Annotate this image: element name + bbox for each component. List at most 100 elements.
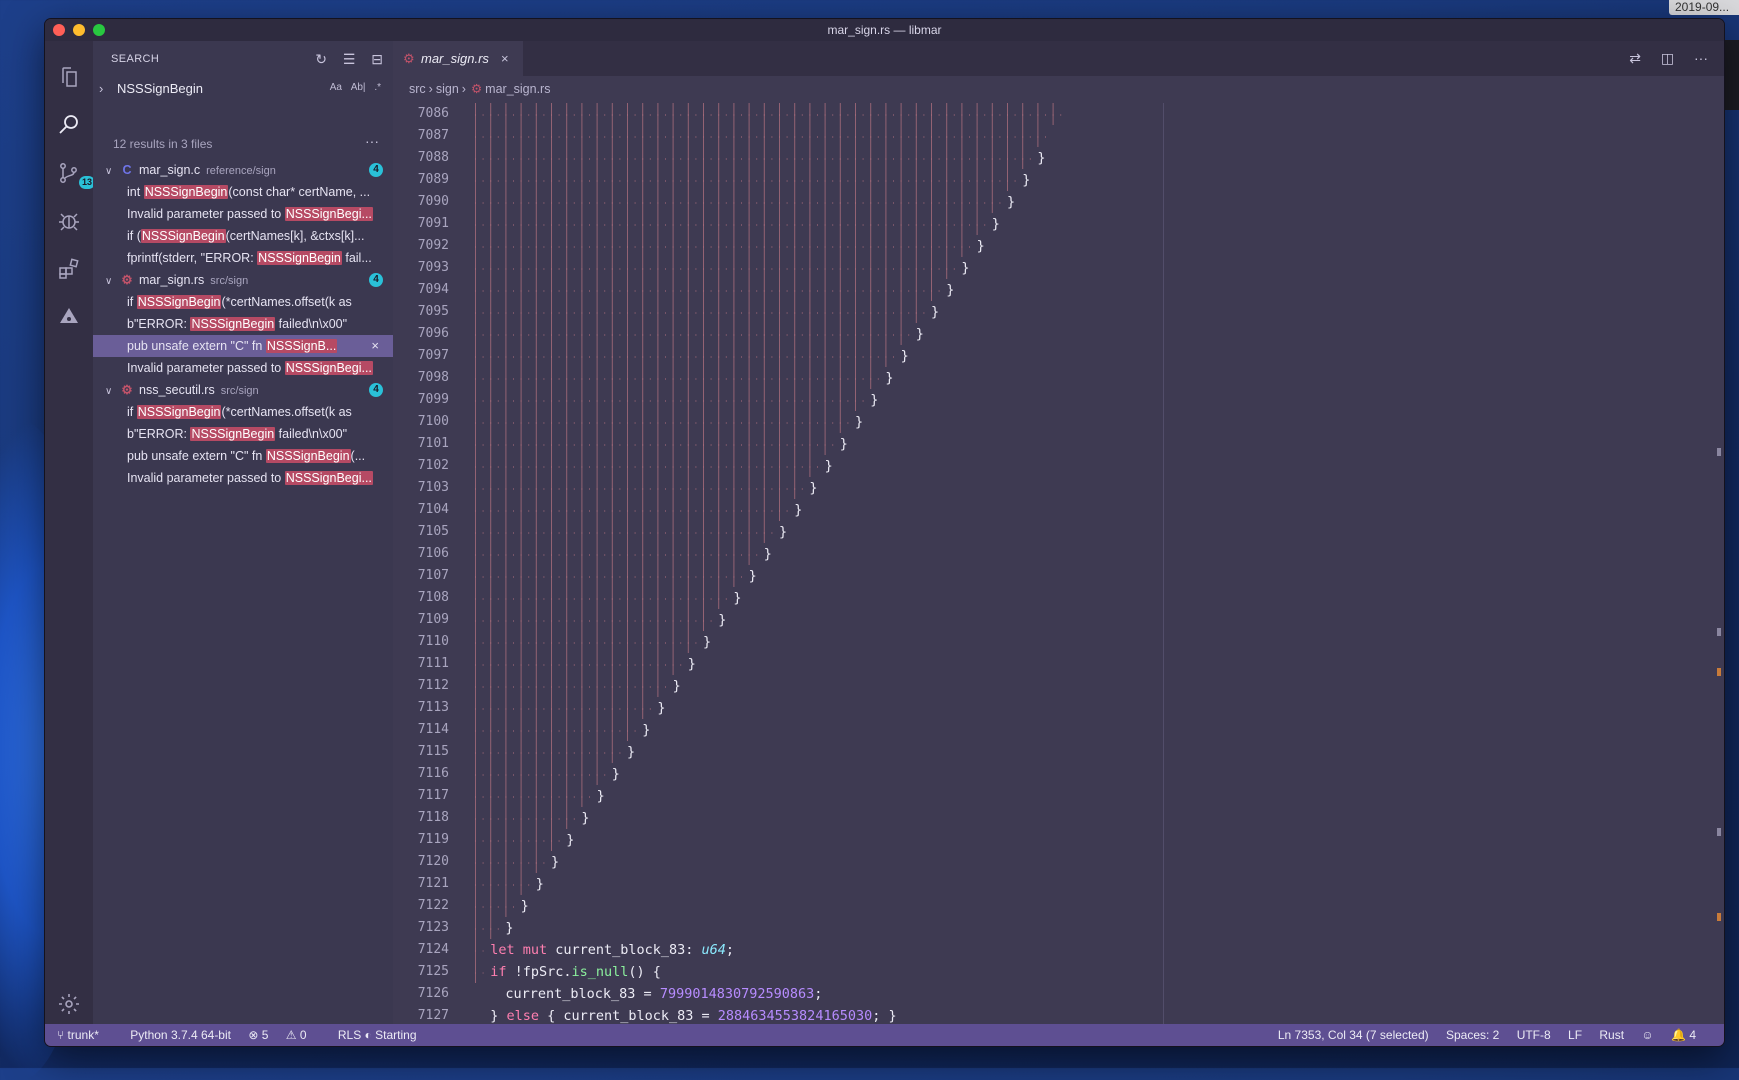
match-text: fprintf(stderr, "ERROR: [127, 251, 258, 265]
code-view[interactable]: 7086 7087 7088 7089 7090 7091 7092 7093 7094 7095… [393, 103, 1724, 1024]
notifications-icon[interactable]: 🔔 4 [1671, 1028, 1710, 1042]
end-of-line[interactable]: LF [1568, 1028, 1582, 1042]
scroll-marker [1717, 668, 1721, 676]
source-control-icon[interactable]: 13 [57, 161, 96, 189]
code-line: } [475, 543, 1710, 565]
gear-icon[interactable] [57, 992, 81, 1016]
match-case-icon[interactable]: Aa [330, 82, 342, 93]
extensions-icon[interactable] [57, 257, 81, 281]
clear-results-icon[interactable]: ☰ [343, 51, 356, 67]
search-result-match[interactable]: int NSSSignBegin(const char* certName, .… [93, 181, 393, 203]
zoom-window-button[interactable] [93, 24, 105, 36]
code-token: current_block_83: [555, 942, 702, 958]
search-result-match[interactable]: Invalid parameter passed to NSSSignBegi.… [93, 357, 393, 379]
language-mode[interactable]: Rust [1599, 1028, 1624, 1042]
feedback-icon[interactable]: ☺ [1641, 1028, 1653, 1042]
remote-explorer-icon[interactable] [57, 305, 81, 329]
split-editor-icon[interactable]: ◫ [1661, 50, 1674, 66]
search-result-match[interactable]: if NSSSignBegin(*certNames.offset(k as [93, 401, 393, 423]
search-result-match[interactable]: pub unsafe extern "C" fn NSSSignB... × [93, 335, 393, 357]
search-result-match[interactable]: b"ERROR: NSSSignBegin failed\n\x00" [93, 423, 393, 445]
search-result-match[interactable]: if (NSSSignBegin(certNames[k], &ctxs[k].… [93, 225, 393, 247]
line-number: 7114 [417, 722, 449, 737]
search-result-file[interactable]: ∨ ⚙ mar_sign.rs src/sign 4 [93, 269, 393, 291]
tab-mar-sign-rs[interactable]: ⚙ mar_sign.rs × [393, 41, 523, 76]
breadcrumb-item[interactable]: src [409, 82, 426, 96]
branch-indicator[interactable]: ⑂ trunk* [57, 1028, 113, 1042]
explorer-icon[interactable] [57, 65, 81, 89]
whole-word-icon[interactable]: Ab| [351, 82, 366, 93]
code-line: } [475, 917, 1710, 939]
rls-status[interactable]: RLS ◐ Starting [338, 1028, 417, 1042]
regex-icon[interactable]: .* [374, 82, 381, 93]
code-line: } [475, 367, 1710, 389]
file-path: src/sign [220, 385, 259, 397]
search-result-file[interactable]: ∨ Cmar_sign.c reference/sign 4 [93, 159, 393, 181]
collapse-all-icon[interactable]: ⊟ [371, 51, 383, 67]
indentation[interactable]: Spaces: 2 [1446, 1028, 1499, 1042]
breadcrumb-item[interactable]: sign [436, 82, 459, 96]
editor-area: ⚙ mar_sign.rs × ⇄ ◫ ··· src › sign › ⚙ mar_si… [393, 41, 1724, 1024]
close-tab-icon[interactable]: × [501, 41, 509, 76]
dismiss-match-icon[interactable]: × [371, 335, 379, 357]
match-count-badge: 4 [369, 273, 383, 287]
sidebar-actions: ↻ ☰ ⊟ [303, 51, 383, 68]
search-result-match[interactable]: Invalid parameter passed to NSSSignBegi.… [93, 203, 393, 225]
close-window-button[interactable] [53, 24, 65, 36]
match-highlight: NSSSignBegin [136, 295, 222, 309]
code-line: } [475, 829, 1710, 851]
match-highlight: NSSSignBegin [265, 449, 351, 463]
toggle-replace-icon[interactable]: › [99, 81, 103, 96]
code-line: } [475, 213, 1710, 235]
search-result-match[interactable]: if NSSSignBegin(*certNames.offset(k as [93, 291, 393, 313]
line-number: 7106 [417, 546, 449, 561]
line-number: 7102 [417, 458, 449, 473]
closing-brace: } [535, 876, 544, 892]
line-number: 7096 [417, 326, 449, 341]
scroll-marker [1717, 828, 1721, 836]
line-number: 7120 [417, 854, 449, 869]
problems-indicator[interactable]: ⊗ 5 ⚠ 0 [248, 1028, 320, 1042]
line-number: 7100 [417, 414, 449, 429]
vertical-scrollbar[interactable] [1710, 103, 1724, 1024]
match-text: (const char* certName, ... [228, 185, 371, 199]
code-line: } [475, 389, 1710, 411]
search-result-match[interactable]: b"ERROR: NSSSignBegin failed\n\x00" [93, 313, 393, 335]
match-count-badge: 4 [369, 383, 383, 397]
closing-brace: } [733, 590, 742, 606]
search-result-match[interactable]: fprintf(stderr, "ERROR: NSSSignBegin fai… [93, 247, 393, 269]
code-line: } [475, 851, 1710, 873]
closing-brace: } [748, 568, 757, 584]
chevron-down-icon[interactable]: ∨ [105, 161, 119, 181]
python-interpreter[interactable]: Python 3.7.4 64-bit [130, 1028, 231, 1042]
line-number: 7095 [417, 304, 449, 319]
chevron-down-icon[interactable]: ∨ [105, 271, 119, 291]
minimize-window-button[interactable] [73, 24, 85, 36]
file-name: mar_sign.rs [139, 273, 205, 287]
closing-brace: } [915, 326, 924, 342]
code-line: } [475, 719, 1710, 741]
closing-brace: } [794, 502, 803, 518]
code-content[interactable]: }}}}}}}}}}}}}}}}}}}}}}}}}}}}}}}}}}}} let … [475, 103, 1710, 1024]
more-actions-icon[interactable]: ··· [1694, 50, 1708, 66]
search-result-file[interactable]: ∨ ⚙ nss_secutil.rs src/sign 4 [93, 379, 393, 401]
rust-file-icon: ⚙ [121, 273, 133, 287]
closing-brace: } [596, 788, 605, 804]
chevron-down-icon[interactable]: ∨ [105, 381, 119, 401]
open-changes-icon[interactable]: ⇄ [1629, 50, 1641, 66]
encoding[interactable]: UTF-8 [1517, 1028, 1551, 1042]
search-icon[interactable] [57, 113, 81, 137]
line-number: 7101 [417, 436, 449, 451]
line-number: 7125 [417, 964, 449, 979]
match-highlight: NSSSignBegi... [284, 471, 373, 485]
search-result-match[interactable]: Invalid parameter passed to NSSSignBegi.… [93, 467, 393, 489]
more-icon[interactable]: ··· [365, 133, 379, 149]
code-line: } [475, 653, 1710, 675]
breadcrumb-item[interactable]: mar_sign.rs [485, 82, 550, 96]
refresh-icon[interactable]: ↻ [315, 51, 327, 67]
line-number: 7115 [417, 744, 449, 759]
cursor-position[interactable]: Ln 7353, Col 34 (7 selected) [1278, 1028, 1429, 1042]
search-result-match[interactable]: pub unsafe extern "C" fn NSSSignBegin(..… [93, 445, 393, 467]
tab-label: mar_sign.rs [421, 51, 489, 66]
debug-icon[interactable] [57, 209, 81, 233]
